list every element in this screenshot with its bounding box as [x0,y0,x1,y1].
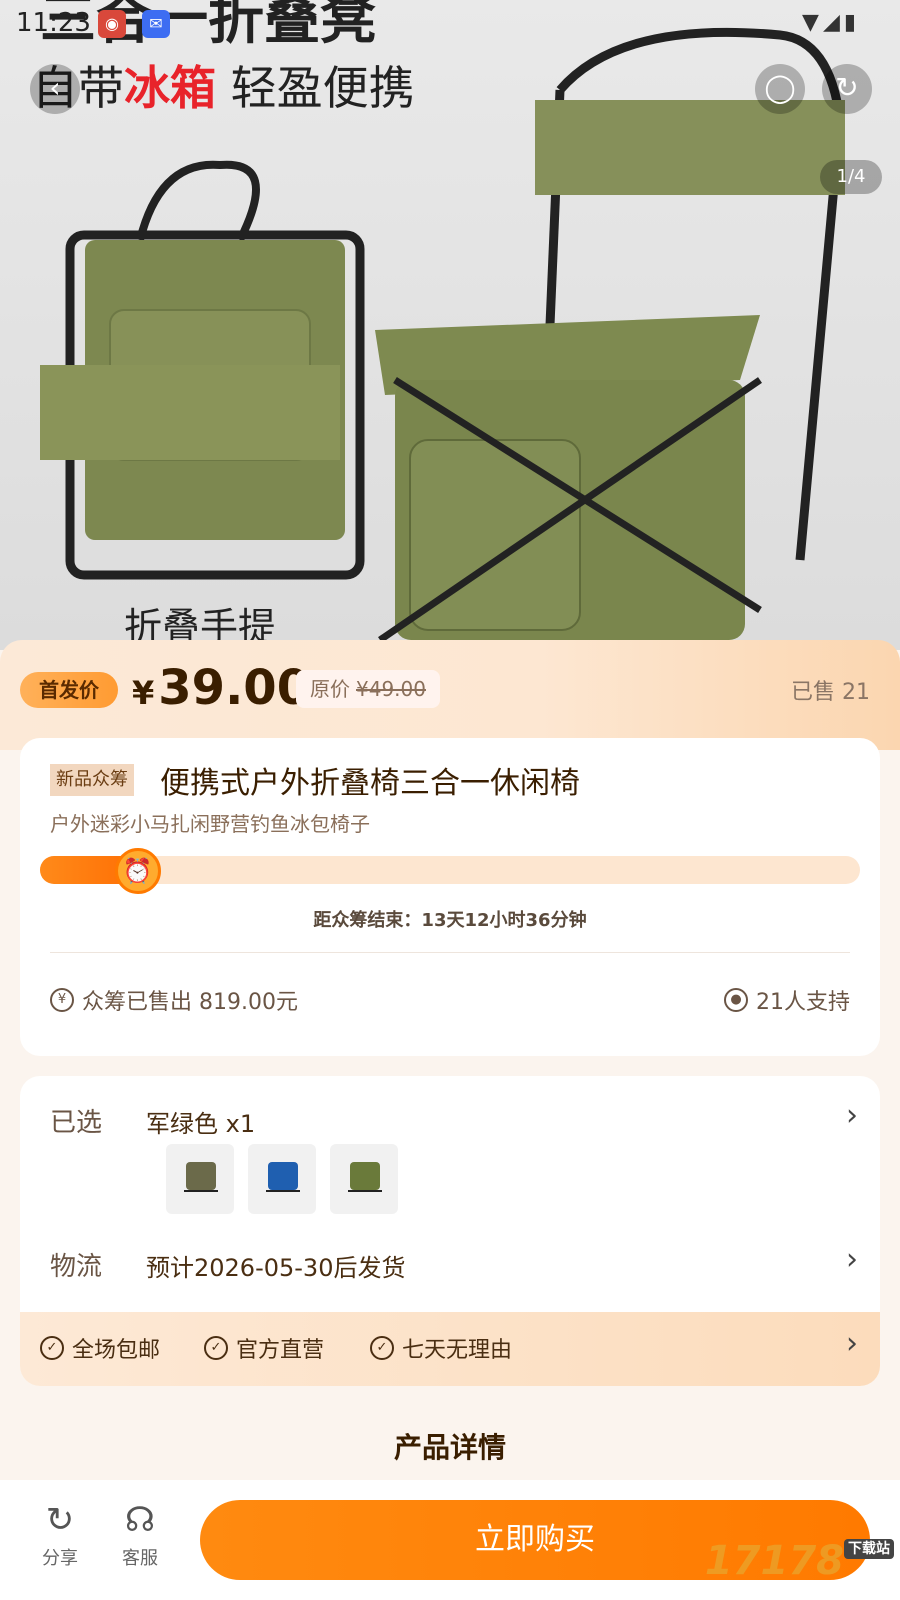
original-price: 原价 ¥49.00 [296,670,440,708]
check-circle-icon: ✓ [204,1336,228,1360]
chevron-right-icon[interactable]: › [846,1242,858,1277]
product-image-carousel[interactable]: 三合一折叠凳 自带冰箱 轻盈便携 折叠手提 ‹ ◯ ↻ 1/4 [0,0,900,650]
sold-count: 已售 21 [791,680,870,705]
crowdfunding-progress [40,856,860,884]
signal-battery-icons: ▼◢▮ [802,10,860,35]
options-card: 已选 军绿色 x1 › 物流 预计2026-05-30后发货 › ✓ 全场包邮 ✓… [20,1076,880,1386]
divider [50,952,850,953]
product-subtitle: 户外迷彩小马扎闲野营钓鱼冰包椅子 [50,812,370,836]
product-title: 便携式户外折叠椅三合一休闲椅 [160,766,580,801]
app-notification-icon: ✉ [142,10,170,38]
variant-thumb-blue[interactable] [248,1144,316,1214]
guarantee-free-shipping: ✓ 全场包邮 [40,1332,160,1364]
back-button[interactable]: ‹ [30,64,80,114]
status-bar: 11:23 ◉ ✉ ▼◢▮ [0,0,900,48]
customer-service-button[interactable]: ☊ 客服 [110,1500,170,1570]
selected-value[interactable]: 军绿色 x1 [146,1104,255,1139]
guarantee-seven-day-return: ✓ 七天无理由 [370,1332,512,1364]
profile-button[interactable]: ◯ [755,64,805,114]
share-icon: ↻ [45,1500,75,1540]
chevron-right-icon[interactable]: › [846,1098,858,1133]
logistics-label: 物流 [50,1252,103,1282]
status-time: 11:23 [16,8,91,38]
guarantee-official: ✓ 官方直营 [204,1332,324,1364]
check-circle-icon: ✓ [40,1336,64,1360]
yen-circle-icon: ¥ [50,988,74,1012]
share-button[interactable]: ↻ 分享 [30,1500,90,1570]
user-circle-icon: ● [724,988,748,1012]
share-top-button[interactable]: ↻ [822,64,872,114]
variant-thumb-camo[interactable] [166,1144,234,1214]
chevron-right-icon[interactable]: › [846,1326,858,1361]
site-watermark-logo: 17178 下载站 [705,1538,894,1584]
image-counter: 1/4 [820,160,882,194]
weibo-icon: ◉ [98,10,126,38]
product-details-heading: 产品详情 [393,1431,506,1464]
variant-thumbnails [166,1144,398,1214]
crowdfunding-badge: 新品众筹 [50,764,134,796]
raised-amount: ¥ 众筹已售出 819.00元 [50,984,298,1016]
alarm-clock-icon: ⏰ [114,848,161,894]
logistics-value[interactable]: 预计2026-05-30后发货 [146,1248,405,1283]
current-price: ¥39.00 [132,660,311,716]
countdown-text: 距众筹结束：13天12小时36分钟 [313,910,587,931]
first-price-tag: 首发价 [20,672,118,708]
variant-thumb-green[interactable] [330,1144,398,1214]
supporters-count: ● 21人支持 [724,984,850,1016]
selected-label: 已选 [50,1108,103,1138]
check-circle-icon: ✓ [370,1336,394,1360]
product-info-card: 新品众筹 便携式户外折叠椅三合一休闲椅 户外迷彩小马扎闲野营钓鱼冰包椅子 ⏰ 距… [20,738,880,1056]
headset-icon: ☊ [124,1500,156,1540]
